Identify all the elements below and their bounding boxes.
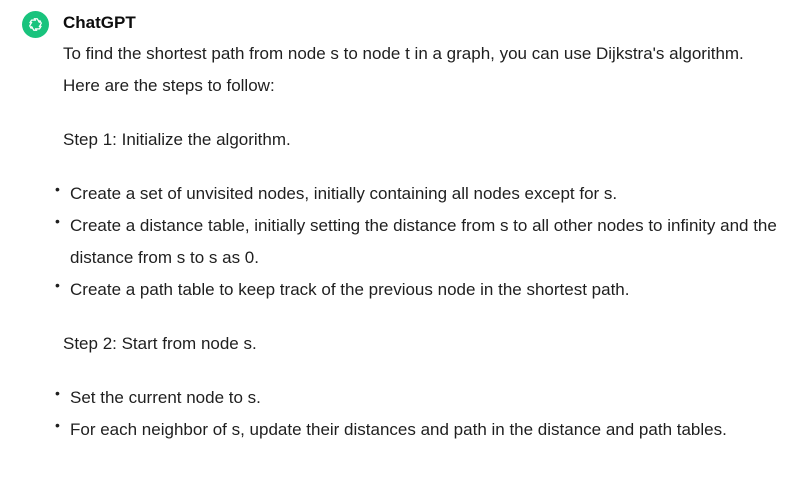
list-item-text: Set the current node to s. <box>70 388 261 407</box>
step-1-list: • Create a set of unvisited nodes, initi… <box>55 178 778 306</box>
openai-logo-icon <box>29 18 42 31</box>
list-item: • For each neighbor of s, update their d… <box>55 414 778 446</box>
list-item-text: For each neighbor of s, update their dis… <box>70 420 727 439</box>
step-1-heading: Step 1: Initialize the algorithm. <box>63 130 291 149</box>
bullet-icon: • <box>55 417 60 433</box>
bullet-icon: • <box>55 385 60 401</box>
list-item: • Create a set of unvisited nodes, initi… <box>55 178 778 210</box>
message-content: To find the shortest path from node s to… <box>55 38 778 446</box>
list-item: • Create a distance table, initially set… <box>55 210 778 274</box>
bullet-icon: • <box>55 277 60 293</box>
assistant-message: ChatGPT To find the shortest path from n… <box>0 0 795 495</box>
list-item-text: Create a path table to keep track of the… <box>70 280 630 299</box>
bullet-icon: • <box>55 213 60 229</box>
list-item-text: Create a set of unvisited nodes, initial… <box>70 184 618 203</box>
list-item: • Set the current node to s. <box>55 382 778 414</box>
step-2-list: • Set the current node to s. • For each … <box>55 382 778 446</box>
assistant-avatar <box>22 11 49 38</box>
bullet-icon: • <box>55 181 60 197</box>
step-2-heading: Step 2: Start from node s. <box>63 334 257 353</box>
author-name: ChatGPT <box>63 13 136 32</box>
list-item-text: Create a distance table, initially setti… <box>70 216 777 267</box>
list-item: • Create a path table to keep track of t… <box>55 274 778 306</box>
intro-paragraph: To find the shortest path from node s to… <box>63 44 744 95</box>
